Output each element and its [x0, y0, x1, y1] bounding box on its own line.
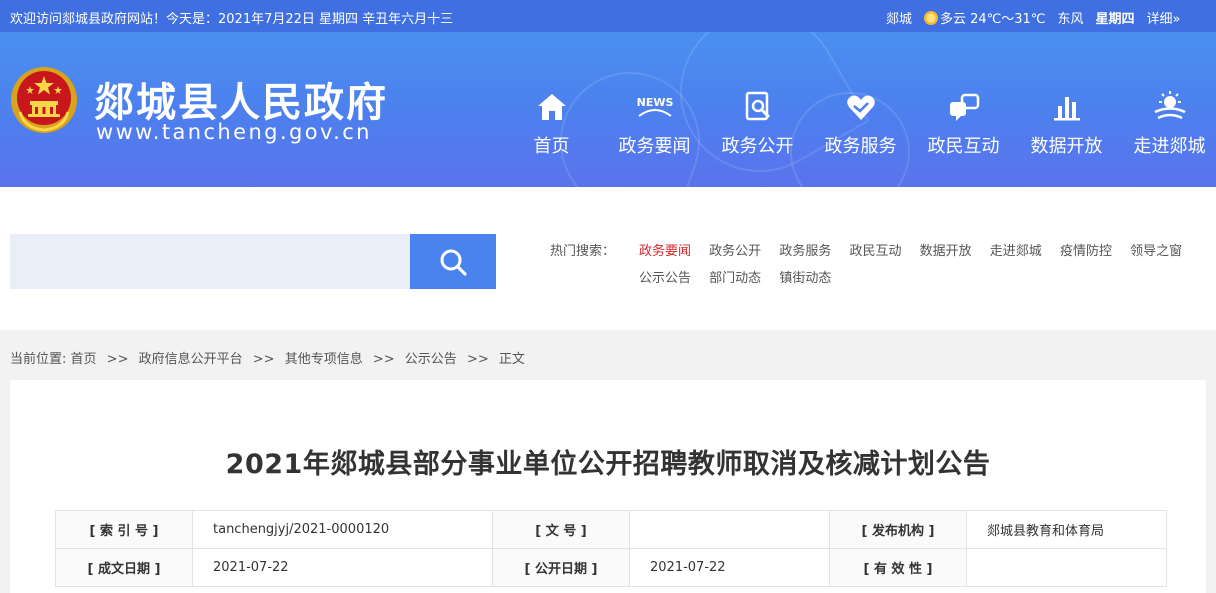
breadcrumb-item[interactable]: 其他专项信息 — [285, 352, 363, 367]
breadcrumb-current: 正文 — [498, 352, 525, 367]
nav-label: 数据开放 — [1030, 136, 1103, 157]
weather-widget: 郯城 多云 24℃～31℃ 东风 星期四 详细» — [886, 8, 1192, 27]
meta-label-created-date: [ 成文日期 ] — [55, 548, 193, 587]
nav-gov-affairs-public[interactable]: 政务公开 — [706, 88, 809, 158]
nav-interaction[interactable]: 政民互动 — [912, 88, 1015, 158]
sun-landscape-icon — [1153, 91, 1186, 120]
search-input[interactable] — [10, 234, 410, 289]
news-badge-text: NEWS — [636, 96, 673, 109]
meta-label-public-date: [ 公开日期 ] — [492, 548, 630, 587]
hot-search-link[interactable]: 政务服务 — [779, 244, 831, 259]
breadcrumb-prefix: 当前位置: — [10, 352, 71, 367]
nav-news[interactable]: NEWS 政务要闻 — [603, 88, 706, 158]
search-icon — [440, 249, 467, 276]
nav-open-data[interactable]: 数据开放 — [1015, 88, 1118, 158]
breadcrumb-separator: >> — [372, 352, 395, 367]
meta-value-validity — [966, 548, 1167, 587]
weather-city: 郯城 — [886, 12, 913, 27]
weather-condition: 多云 24℃～31℃ — [940, 12, 1046, 27]
search-section: 热门搜索： 政务要闻 政务公开 政务服务 政民互动 数据开放 走进郯城 疫情防控… — [0, 187, 1216, 330]
hot-search-link[interactable]: 政务要闻 — [639, 244, 691, 259]
nav-label: 政务服务 — [824, 136, 897, 157]
nav-label: 政民互动 — [927, 136, 1000, 157]
breadcrumb-separator: >> — [252, 352, 275, 367]
hot-search-link[interactable]: 数据开放 — [920, 244, 972, 259]
hot-search-link[interactable]: 部门动态 — [709, 271, 761, 286]
national-emblem-icon — [11, 67, 77, 133]
heart-hands-icon — [846, 95, 875, 120]
hot-search-link[interactable]: 领导之窗 — [1130, 244, 1182, 259]
weather-weekday: 星期四 — [1095, 12, 1135, 27]
article-meta-table: [ 索 引 号 ] tanchengjyj/2021-0000120 [ 文 号… — [55, 510, 1167, 587]
nav-label: 政务要闻 — [618, 136, 691, 157]
meta-label-index: [ 索 引 号 ] — [55, 510, 193, 549]
site-url: www.tancheng.gov.cn — [96, 120, 372, 144]
breadcrumb-separator: >> — [466, 352, 489, 367]
breadcrumb-item[interactable]: 首页 — [71, 352, 97, 367]
nav-label: 政务公开 — [721, 136, 794, 157]
nav-about-tancheng[interactable]: 走进郯城 — [1118, 88, 1216, 158]
article-title: 2021年郯城县部分事业单位公开招聘教师取消及核减计划公告 — [225, 449, 991, 480]
nav-label: 走进郯城 — [1133, 136, 1206, 157]
table-row: [ 成文日期 ] 2021-07-22 [ 公开日期 ] 2021-07-22 … — [55, 548, 1167, 587]
search-button[interactable] — [410, 234, 496, 289]
site-header: 郯城县人民政府 www.tancheng.gov.cn 首页 NEWS 政务要闻 — [0, 32, 1216, 187]
hot-search-row: 公示公告 部门动态 镇街动态 — [639, 267, 845, 286]
document-search-icon — [745, 91, 770, 121]
breadcrumb: 当前位置: 首页 >> 政府信息公开平台 >> 其他专项信息 >> 公示公告 >… — [10, 348, 525, 367]
hot-search-link[interactable]: 政务公开 — [709, 244, 761, 259]
meta-label-doc-number: [ 文 号 ] — [492, 510, 630, 549]
breadcrumb-item[interactable]: 公示公告 — [405, 352, 457, 367]
meta-value-doc-number — [629, 510, 830, 549]
hot-search-link[interactable]: 镇街动态 — [779, 271, 831, 286]
news-icon: NEWS — [636, 96, 673, 117]
meta-label-validity: [ 有 效 性 ] — [829, 548, 967, 587]
table-row: [ 索 引 号 ] tanchengjyj/2021-0000120 [ 文 号… — [55, 510, 1167, 549]
meta-value-public-date: 2021-07-22 — [629, 548, 830, 587]
hot-search-link[interactable]: 走进郯城 — [990, 244, 1042, 259]
weather-wind: 东风 — [1057, 12, 1084, 27]
nav-label: 首页 — [533, 136, 570, 157]
hot-search-link[interactable]: 政民互动 — [849, 244, 901, 259]
hot-search-link[interactable]: 公示公告 — [639, 271, 691, 286]
meta-label-publisher: [ 发布机构 ] — [829, 510, 967, 549]
meta-value-publisher: 郯城县教育和体育局 — [966, 510, 1167, 549]
breadcrumb-item[interactable]: 政府信息公开平台 — [139, 352, 243, 367]
hot-search-label: 热门搜索： — [550, 244, 616, 259]
meta-value-created-date: 2021-07-22 — [192, 548, 493, 587]
weather-detail-link[interactable]: 详细» — [1146, 8, 1180, 27]
nav-gov-service[interactable]: 政务服务 — [809, 88, 912, 158]
breadcrumb-separator: >> — [106, 352, 129, 367]
meta-value-index: tanchengjyj/2021-0000120 — [192, 510, 493, 549]
bar-chart-icon — [1053, 97, 1080, 121]
nav-home[interactable]: 首页 — [500, 88, 603, 158]
main-nav: 首页 NEWS 政务要闻 政务公开 政务服务 政民互动 数据开放 走进郯城 — [500, 88, 1216, 158]
top-info-bar: 欢迎访问郯城县政府网站！今天是：2021年7月22日 星期四 辛丑年六月十三 郯… — [0, 0, 1216, 32]
interaction-icon — [949, 93, 979, 121]
hot-search-link[interactable]: 疫情防控 — [1060, 244, 1112, 259]
home-icon — [537, 94, 566, 120]
welcome-text: 欢迎访问郯城县政府网站！今天是：2021年7月22日 星期四 辛丑年六月十三 — [10, 12, 454, 27]
hot-search-row: 政务要闻 政务公开 政务服务 政民互动 数据开放 走进郯城 疫情防控 领导之窗 — [639, 240, 1196, 259]
sun-icon — [924, 10, 939, 25]
